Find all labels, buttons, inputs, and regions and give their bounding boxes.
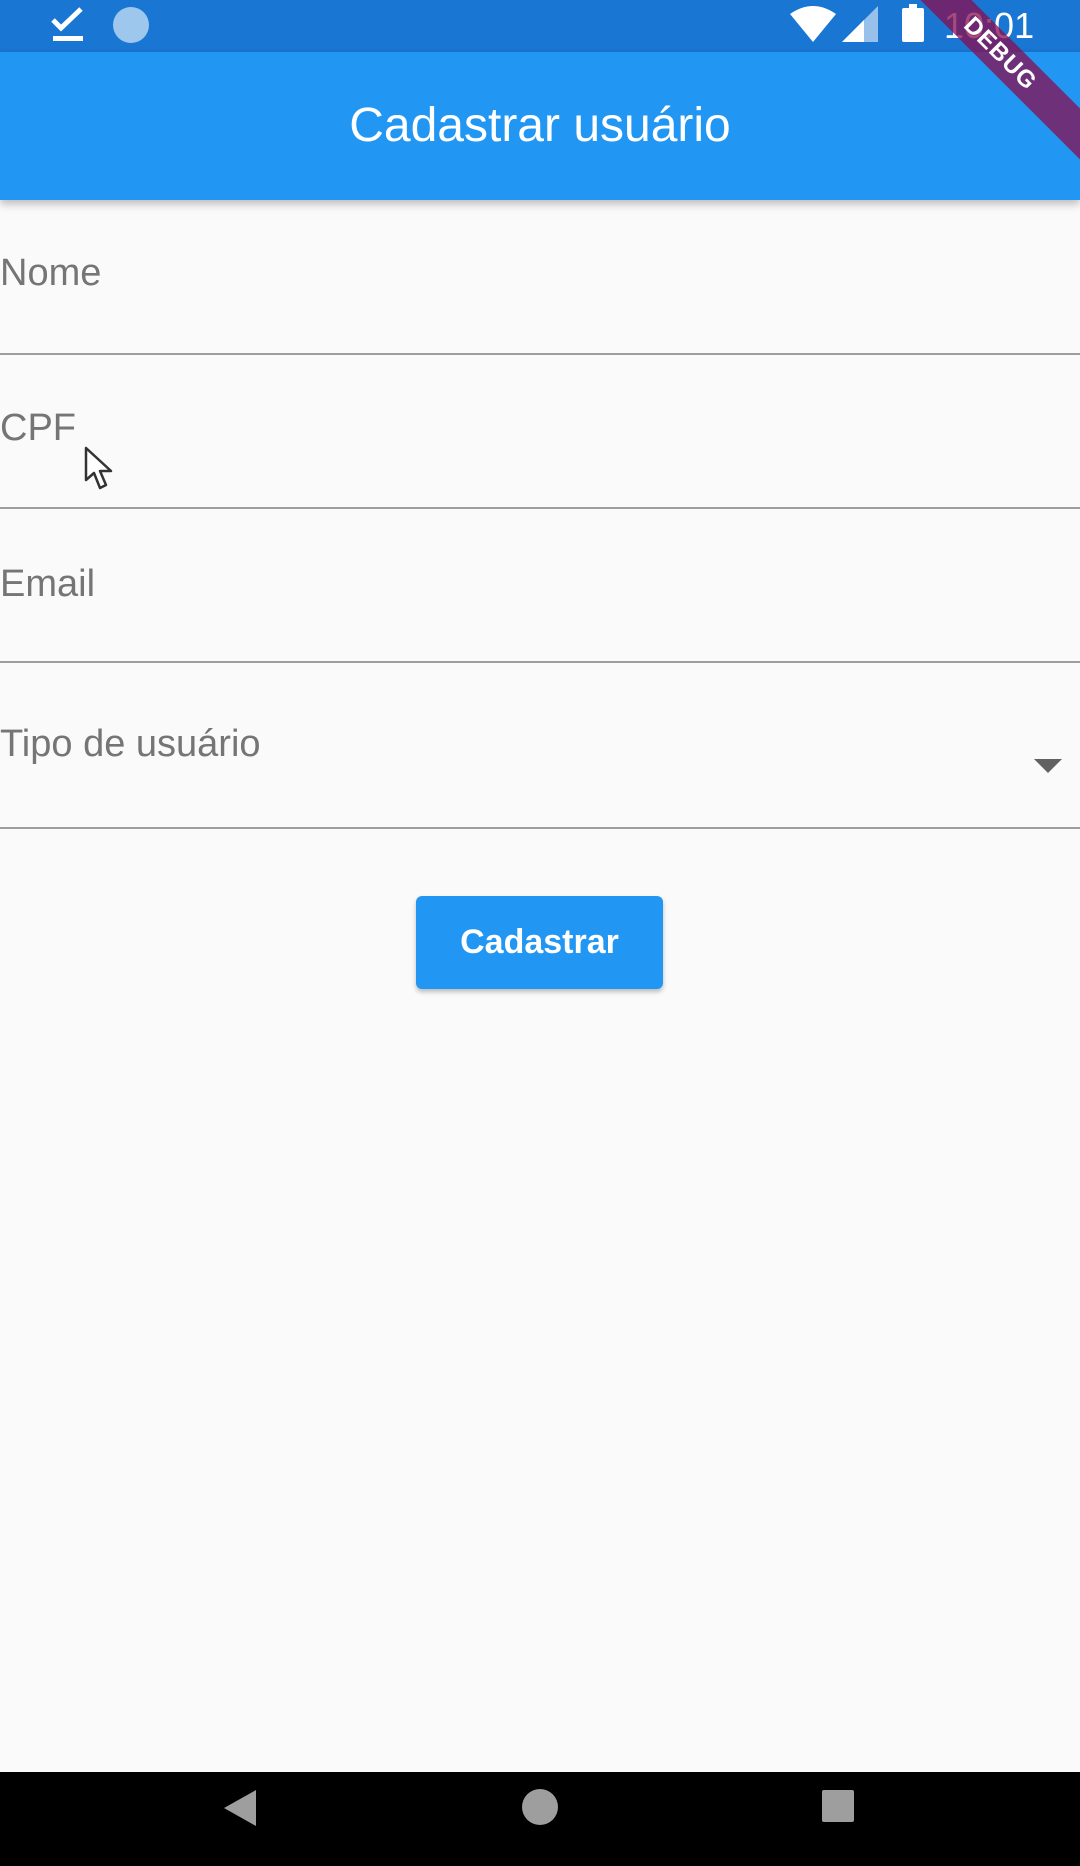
home-icon[interactable] (522, 1789, 558, 1825)
circle-icon (113, 7, 149, 43)
dropdown-arrow-icon[interactable] (1034, 759, 1062, 773)
status-bar: 10:01 (0, 0, 1080, 52)
user-type-label: Tipo de usuário (0, 723, 261, 765)
screen: 10:01 DEBUG Cadastrar usuário Nome CPF E… (0, 0, 1080, 1866)
check-icon (51, 7, 83, 41)
signal-icon (842, 6, 878, 42)
app-bar: Cadastrar usuário (0, 52, 1080, 200)
email-field[interactable]: Email (0, 509, 1080, 663)
mouse-cursor-icon (84, 446, 113, 490)
submit-button[interactable]: Cadastrar (416, 896, 663, 989)
user-type-dropdown[interactable]: Tipo de usuário (0, 663, 1080, 829)
navigation-bar (0, 1772, 1080, 1866)
cpf-field[interactable]: CPF (0, 355, 1080, 509)
name-field[interactable]: Nome (0, 200, 1080, 355)
battery-icon (902, 4, 924, 42)
email-field-label: Email (0, 563, 96, 605)
name-field-label: Nome (0, 252, 102, 294)
cpf-field-label: CPF (0, 407, 76, 449)
back-icon[interactable] (222, 1788, 258, 1828)
page-title: Cadastrar usuário (349, 99, 731, 152)
recents-icon[interactable] (822, 1790, 854, 1822)
wifi-icon (790, 6, 836, 42)
